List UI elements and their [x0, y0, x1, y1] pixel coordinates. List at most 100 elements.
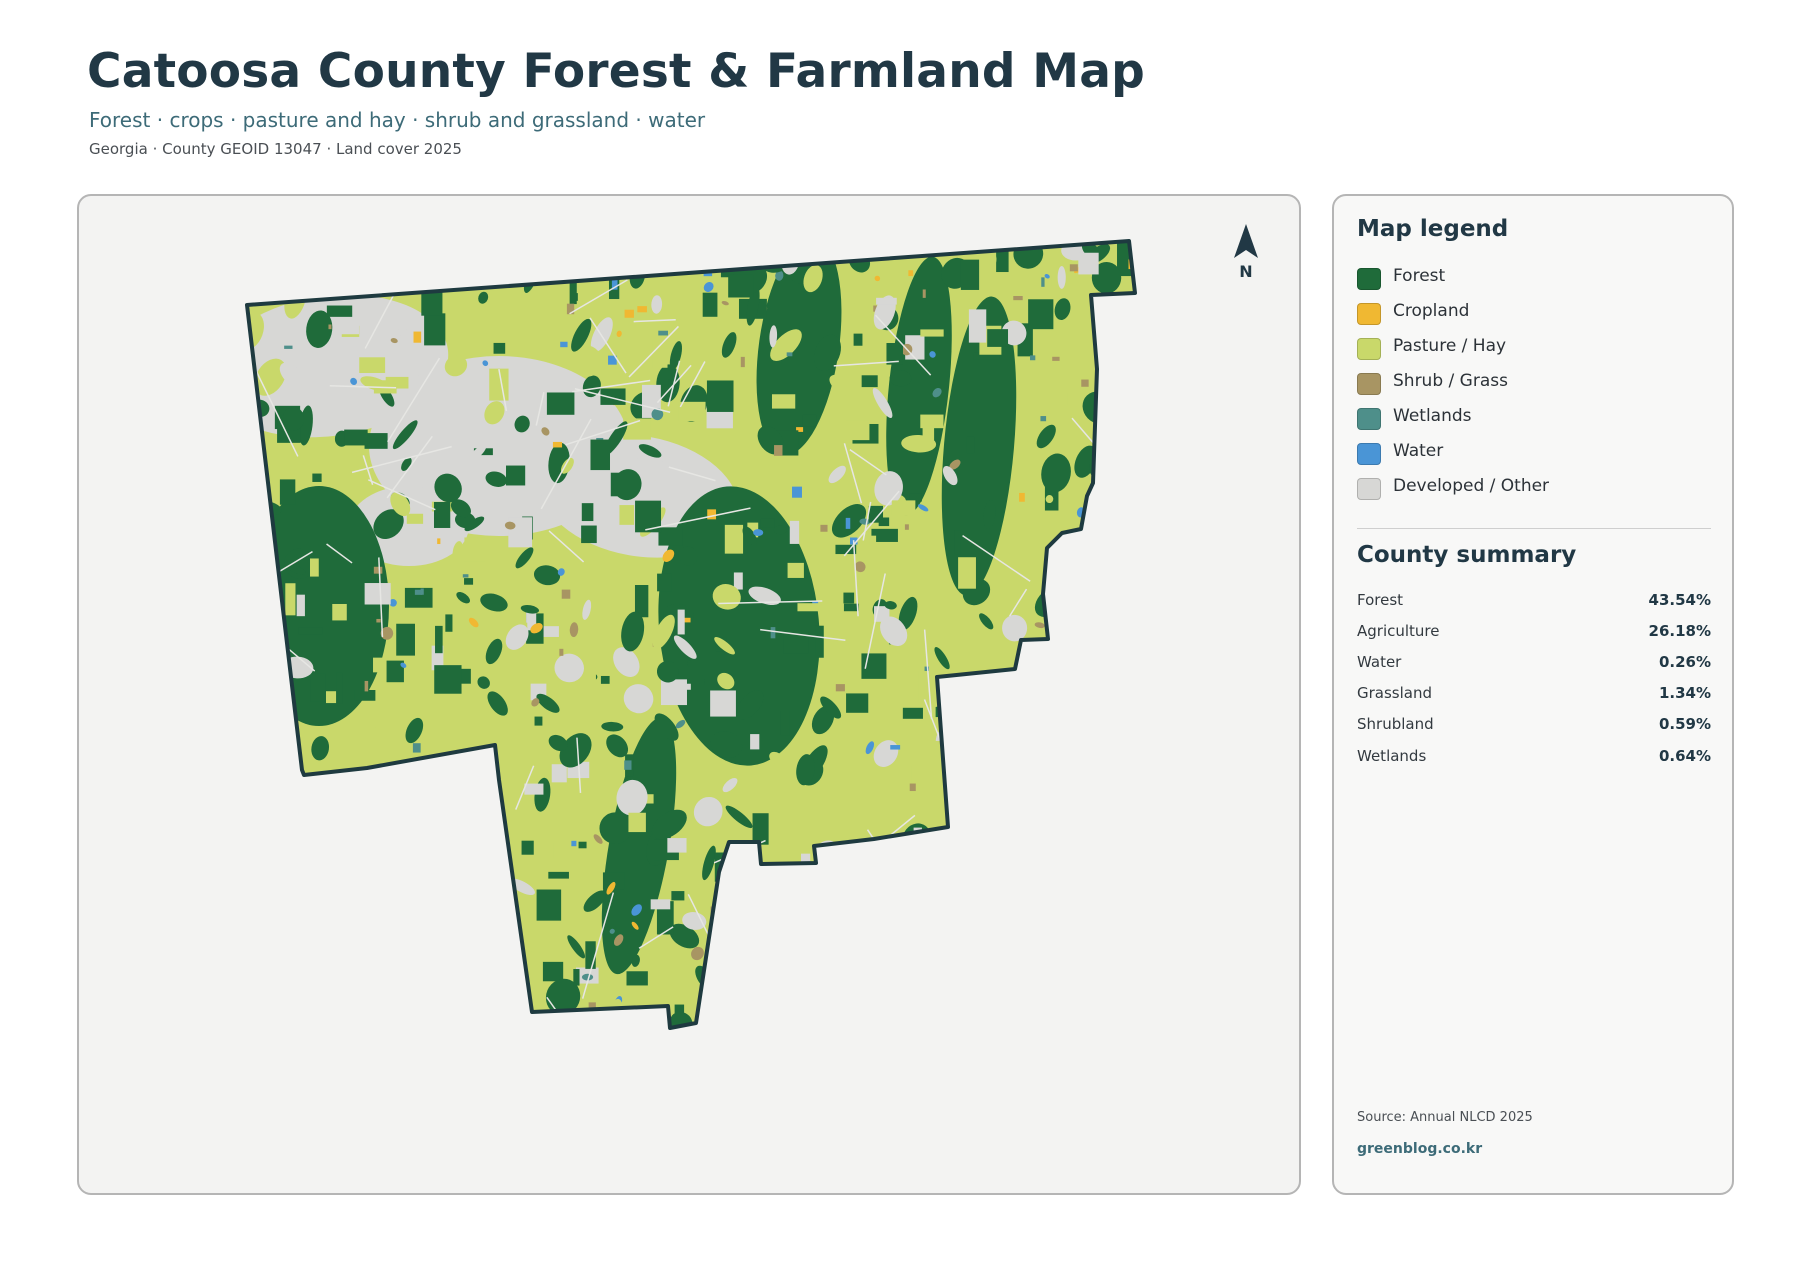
land-cover-patch — [1116, 928, 1127, 943]
land-cover-patch — [578, 841, 587, 849]
land-cover-patch — [315, 924, 333, 939]
summary-label: Water — [1357, 652, 1402, 671]
land-cover-patch — [1034, 737, 1045, 749]
land-cover-patch — [1049, 548, 1066, 578]
land-cover-patch — [484, 862, 509, 875]
land-cover-patch — [373, 657, 389, 673]
land-cover-patch — [1040, 416, 1047, 422]
land-cover-patch — [614, 1024, 637, 1028]
land-cover-patch — [619, 505, 635, 525]
land-cover-patch — [381, 894, 408, 917]
land-cover-patch — [1064, 597, 1087, 609]
map-meta: Georgia · County GEOID 13047 · Land cove… — [89, 140, 462, 158]
land-cover-patch — [1014, 959, 1047, 979]
land-cover-patch — [364, 680, 369, 692]
land-cover-patch — [1105, 732, 1135, 767]
land-cover-patch — [490, 935, 500, 945]
land-cover-patch — [918, 863, 953, 897]
land-cover-patch — [1000, 1022, 1015, 1028]
land-cover-patch — [881, 990, 904, 1006]
land-cover-patch — [561, 589, 571, 599]
land-cover-patch — [998, 979, 1006, 989]
land-cover-patch — [366, 897, 370, 909]
land-cover-patch — [1025, 671, 1053, 705]
land-cover-patch — [384, 965, 401, 987]
land-cover-patch — [1024, 855, 1033, 883]
land-cover-patch — [1049, 763, 1068, 782]
land-cover-patch — [483, 822, 499, 835]
land-cover-patch — [421, 930, 450, 957]
land-cover-patch — [464, 578, 474, 585]
land-cover-patch — [872, 990, 898, 1015]
map-panel[interactable] — [77, 194, 1301, 1195]
land-cover-patch — [922, 840, 929, 849]
land-cover-patch — [1060, 745, 1076, 753]
land-cover-patch — [336, 672, 343, 704]
land-cover-patch — [974, 964, 999, 996]
land-cover-patch — [459, 856, 483, 882]
land-cover-patch — [773, 965, 784, 978]
land-cover-patch — [710, 1013, 738, 1028]
land-cover-patch — [263, 859, 280, 874]
land-cover-patch — [1113, 635, 1135, 673]
land-cover-patch — [1114, 375, 1135, 406]
land-cover-patch — [298, 627, 323, 635]
land-cover-patch — [413, 331, 422, 343]
summary-title: County summary — [1357, 542, 1577, 568]
land-cover-patch — [980, 1013, 1003, 1028]
land-cover-patch — [779, 901, 800, 913]
land-cover-patch — [920, 329, 944, 337]
land-cover-patch — [968, 681, 998, 716]
land-cover-patch — [829, 992, 835, 1000]
land-cover-patch — [326, 305, 353, 317]
land-cover-patch — [626, 971, 648, 986]
north-arrow: N — [1228, 222, 1264, 286]
legend-label: Shrub / Grass — [1393, 370, 1508, 391]
land-cover-patch — [1107, 934, 1117, 943]
land-cover-patch — [379, 834, 397, 849]
land-cover-patch — [379, 852, 403, 883]
land-cover-patch — [1015, 856, 1042, 870]
land-cover-patch — [908, 972, 913, 978]
county-map[interactable] — [79, 196, 1301, 1195]
land-cover-patch — [920, 414, 944, 429]
land-cover-patch — [1069, 264, 1078, 272]
land-cover-patch — [853, 333, 863, 346]
land-cover-patch — [542, 961, 564, 982]
land-cover-patch — [868, 505, 884, 523]
land-cover-patch — [652, 339, 668, 368]
land-cover-patch — [962, 986, 971, 994]
land-cover-patch — [1014, 755, 1021, 764]
land-cover-patch — [738, 841, 752, 862]
land-cover-patch — [658, 527, 683, 546]
land-cover-patch — [329, 272, 340, 293]
land-cover-patch — [249, 687, 267, 697]
land-cover-patch — [955, 816, 973, 845]
land-cover-patch — [1131, 390, 1135, 408]
land-cover-patch — [252, 715, 278, 728]
land-cover-patch — [1149, 918, 1153, 922]
land-cover-patch — [740, 908, 775, 942]
land-cover-patch — [247, 722, 271, 747]
land-cover-patch — [474, 926, 482, 938]
land-cover-patch — [876, 950, 884, 959]
land-cover-patch — [497, 988, 525, 1012]
land-cover-patch — [1041, 277, 1045, 287]
land-cover-patch — [271, 595, 281, 604]
land-cover-patch — [1008, 748, 1016, 761]
land-cover-patch — [560, 341, 568, 348]
land-cover-patch — [376, 810, 393, 845]
land-cover-patch — [628, 812, 646, 833]
land-cover-patch — [797, 603, 824, 612]
site-link[interactable]: greenblog.co.kr — [1357, 1141, 1482, 1157]
summary-row: Grassland 1.34% — [1357, 678, 1711, 709]
land-cover-patch — [968, 309, 987, 343]
land-cover-patch — [434, 665, 462, 694]
legend-label: Cropland — [1393, 300, 1470, 321]
land-cover-patch — [1123, 869, 1134, 886]
land-cover-patch — [1138, 698, 1147, 710]
land-cover-patch — [802, 414, 817, 427]
land-cover-patch — [869, 535, 877, 546]
land-cover-patch — [1109, 400, 1122, 422]
land-cover-patch — [702, 292, 718, 317]
